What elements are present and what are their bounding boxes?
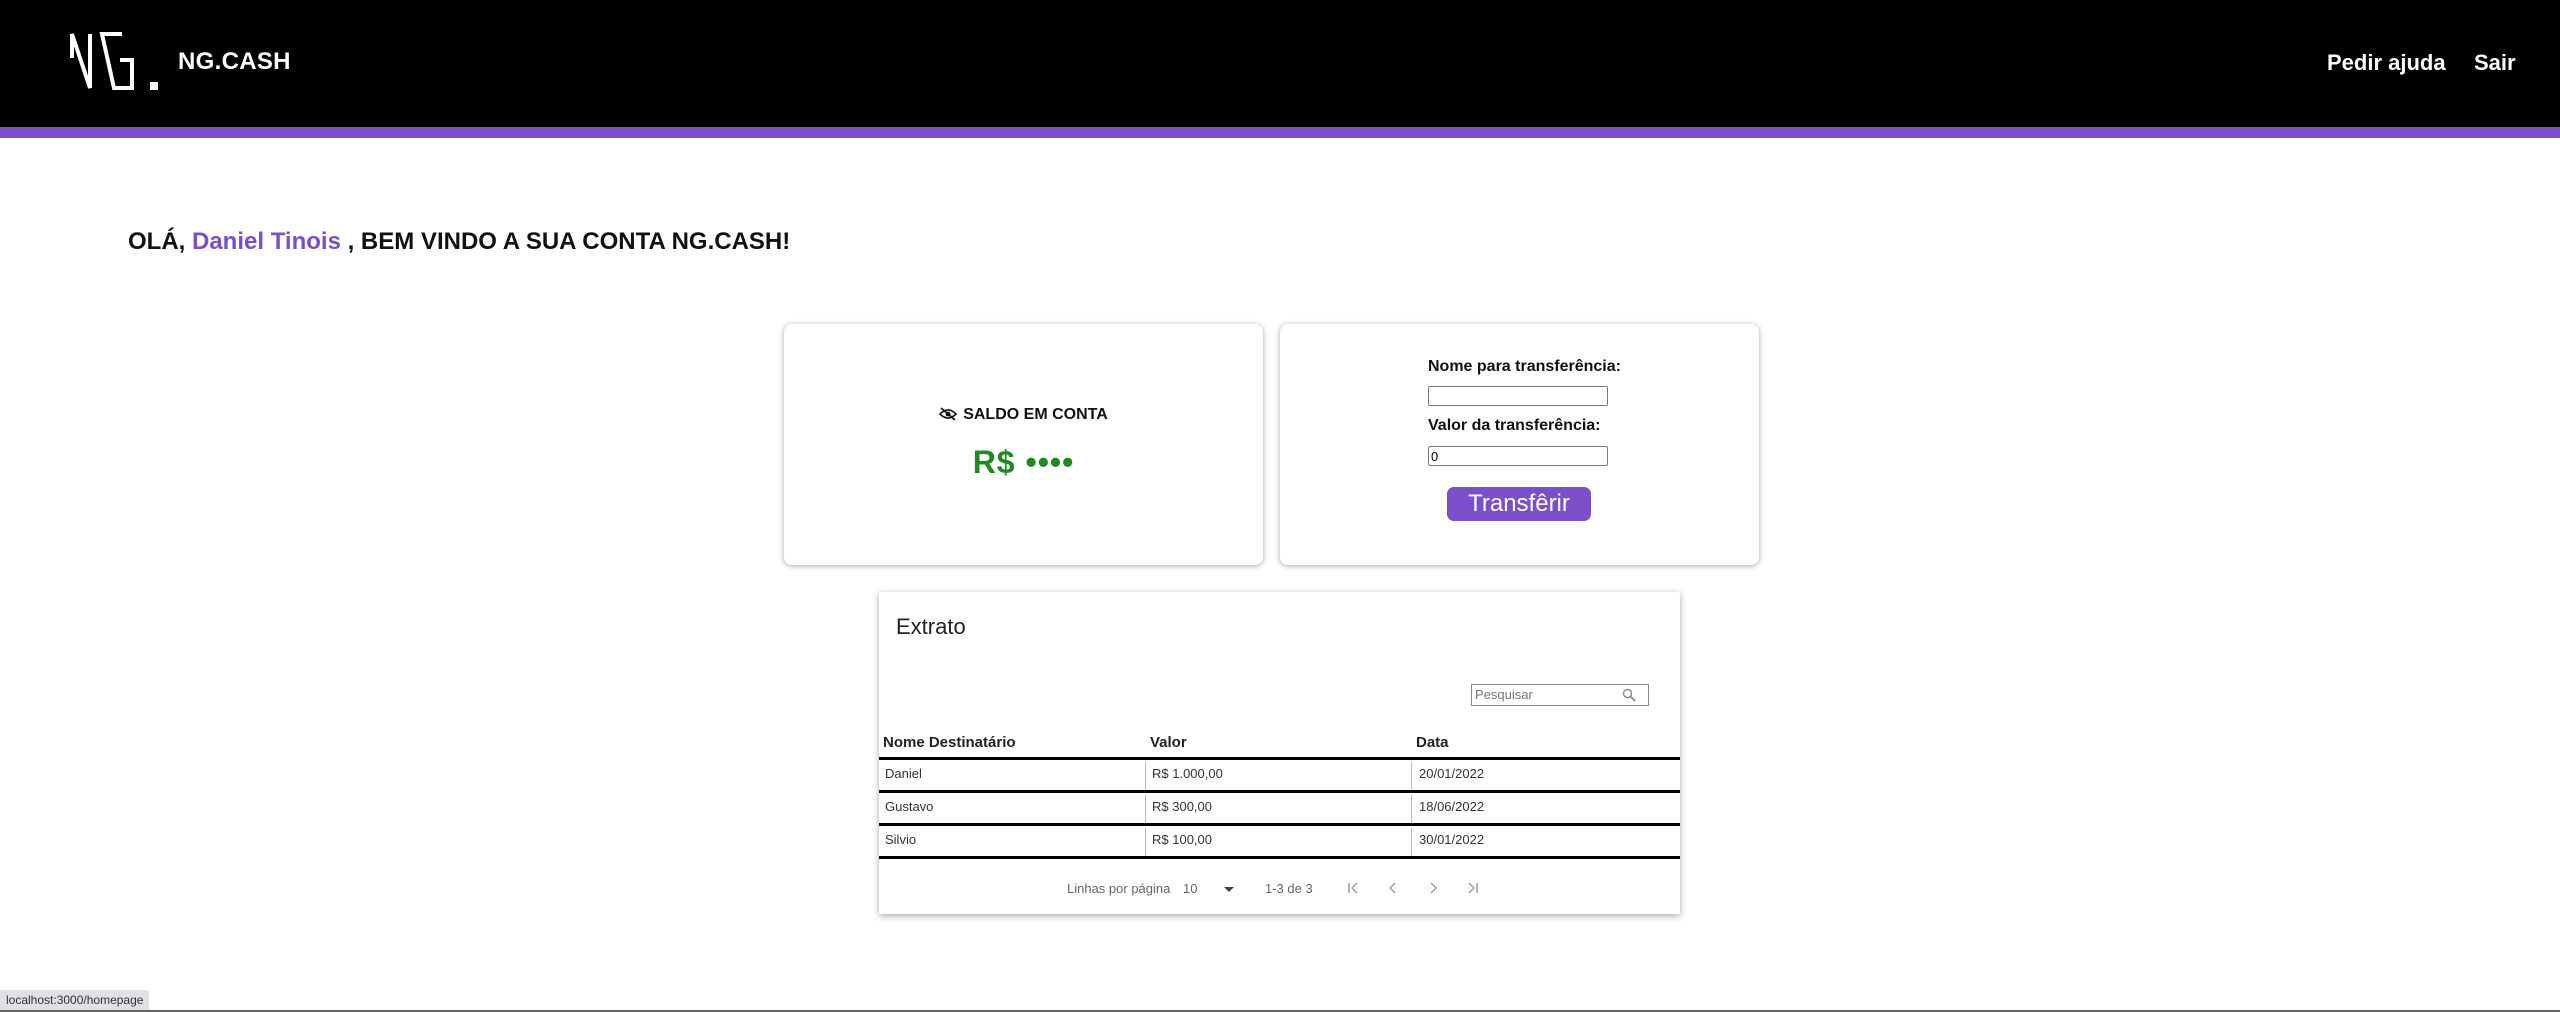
column-header-value[interactable]: Valor bbox=[1150, 734, 1187, 751]
ng-logo-icon bbox=[70, 32, 158, 90]
balance-heading: SALDO EM CONTA bbox=[784, 406, 1263, 424]
row-value: R$ 1.000,00 bbox=[1152, 766, 1223, 781]
help-link[interactable]: Pedir ajuda bbox=[2327, 50, 2446, 76]
transfer-amount-input[interactable] bbox=[1428, 446, 1608, 466]
column-header-name[interactable]: Nome Destinatário bbox=[883, 734, 1016, 751]
greeting-prefix: OLÁ, bbox=[128, 228, 186, 255]
brand-name: NG.CASH bbox=[178, 48, 291, 75]
statement-title: Extrato bbox=[896, 614, 966, 639]
row-name: Daniel bbox=[885, 766, 922, 781]
logout-link[interactable]: Sair bbox=[2474, 50, 2516, 76]
chevron-down-icon[interactable] bbox=[1224, 887, 1234, 892]
transfer-button[interactable]: Transfêrir bbox=[1447, 487, 1591, 521]
greeting-suffix: , BEM VINDO A SUA CONTA NG.CASH! bbox=[347, 228, 791, 255]
balance-value: R$ •••• bbox=[972, 444, 1075, 480]
column-header-date[interactable]: Data bbox=[1416, 734, 1449, 751]
row-date: 20/01/2022 bbox=[1419, 766, 1485, 781]
pagination-range: 1-3 de 3 bbox=[1265, 881, 1313, 896]
eye-slash-icon[interactable] bbox=[939, 407, 958, 421]
column-divider bbox=[1145, 762, 1146, 790]
transfer-card: Nome para transferência: Valor da transf… bbox=[1280, 324, 1759, 565]
search-icon[interactable] bbox=[1622, 688, 1636, 702]
previous-page-icon[interactable] bbox=[1384, 879, 1402, 897]
table-row: Daniel R$ 1.000,00 20/01/2022 bbox=[879, 757, 1680, 790]
transfer-name-label: Nome para transferência: bbox=[1428, 358, 1621, 375]
row-date: 18/06/2022 bbox=[1419, 799, 1485, 814]
statement-card: Extrato Nome Destinatário Valor Data Dan… bbox=[879, 592, 1680, 914]
transfer-amount-label: Valor da transferência: bbox=[1428, 417, 1601, 434]
balance-card: SALDO EM CONTA R$ •••• bbox=[784, 324, 1263, 565]
row-name: Silvio bbox=[885, 832, 917, 847]
pagination: Linhas por página 10 1-3 de 3 bbox=[879, 877, 1680, 901]
column-divider bbox=[1411, 795, 1412, 823]
search-input[interactable] bbox=[1472, 685, 1622, 703]
user-name: Daniel Tinois bbox=[192, 228, 341, 255]
rows-per-page-label: Linhas por página bbox=[1067, 881, 1171, 896]
row-name: Gustavo bbox=[885, 799, 934, 814]
row-value: R$ 100,00 bbox=[1152, 832, 1212, 847]
first-page-icon[interactable] bbox=[1344, 879, 1362, 897]
table-row: Silvio R$ 100,00 30/01/2022 bbox=[879, 823, 1680, 859]
column-divider bbox=[1411, 762, 1412, 790]
top-header: NG.CASH Pedir ajuda Sair bbox=[0, 0, 2560, 138]
rows-per-page-value: 10 bbox=[1183, 881, 1198, 896]
statement-table: Daniel R$ 1.000,00 20/01/2022 Gustavo R$… bbox=[879, 757, 1680, 859]
column-divider bbox=[1411, 828, 1412, 856]
last-page-icon[interactable] bbox=[1464, 879, 1482, 897]
status-bar-url: localhost:3000/homepage bbox=[0, 990, 150, 1010]
welcome-heading: OLÁ, Daniel Tinois , BEM VINDO A SUA CON… bbox=[128, 228, 790, 256]
column-divider bbox=[1145, 795, 1146, 823]
statement-search[interactable] bbox=[1471, 684, 1649, 706]
next-page-icon[interactable] bbox=[1424, 879, 1442, 897]
transfer-name-input[interactable] bbox=[1428, 386, 1608, 406]
row-value: R$ 300,00 bbox=[1152, 799, 1212, 814]
balance-label: SALDO EM CONTA bbox=[963, 406, 1108, 423]
column-divider bbox=[1145, 828, 1146, 856]
row-date: 30/01/2022 bbox=[1419, 832, 1485, 847]
table-row: Gustavo R$ 300,00 18/06/2022 bbox=[879, 790, 1680, 823]
